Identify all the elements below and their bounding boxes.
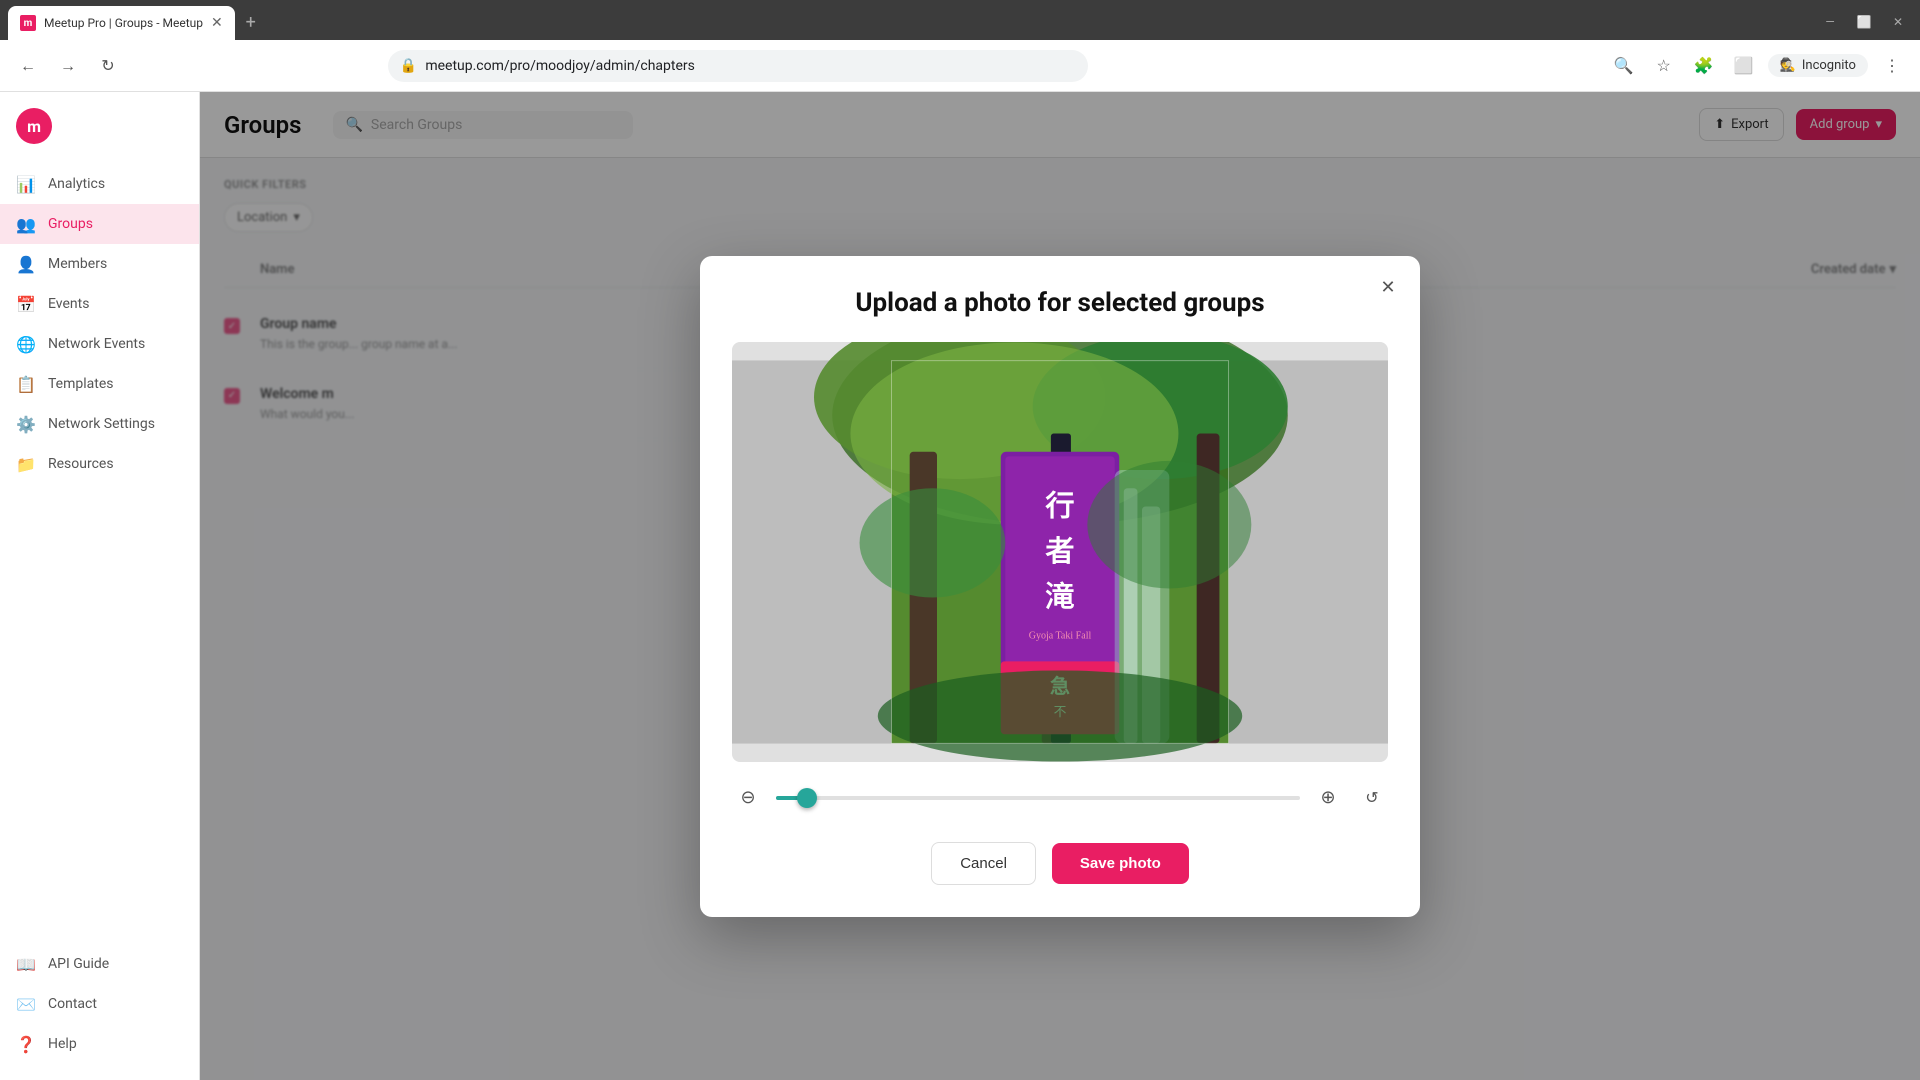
svg-text:Gyoja Taki Fall: Gyoja Taki Fall xyxy=(1029,630,1092,641)
members-icon: 👤 xyxy=(16,254,36,274)
sidebar-item-network-settings-label: Network Settings xyxy=(48,416,155,432)
upload-photo-modal: ✕ Upload a photo for selected groups xyxy=(700,256,1420,917)
extensions-icon[interactable]: 🧩 xyxy=(1688,50,1720,82)
zoom-thumb[interactable] xyxy=(797,788,817,808)
svg-text:行: 行 xyxy=(1044,489,1074,522)
sidebar-item-templates-label: Templates xyxy=(48,376,114,392)
sidebar-item-network-events[interactable]: 🌐 Network Events xyxy=(0,324,199,364)
sidebar-item-events-label: Events xyxy=(48,296,89,312)
address-bar[interactable]: 🔒 meetup.com/pro/moodjoy/admin/chapters xyxy=(388,50,1088,82)
photo-preview-svg: 行 者 滝 Gyoja Taki Fall 急 不 xyxy=(732,342,1388,762)
zoom-out-icon: ⊖ xyxy=(740,787,755,808)
events-icon: 📅 xyxy=(16,294,36,314)
modal-close-btn[interactable]: ✕ xyxy=(1372,272,1404,304)
sidebar-item-events[interactable]: 📅 Events xyxy=(0,284,199,324)
sidebar-item-help[interactable]: ❓ Help xyxy=(0,1024,199,1064)
reload-btn[interactable]: ↻ xyxy=(92,50,124,82)
maximize-btn[interactable]: ⬜ xyxy=(1850,8,1878,36)
active-tab[interactable]: m Meetup Pro | Groups - Meetup ✕ xyxy=(8,6,235,40)
logo-icon: m xyxy=(16,108,52,144)
sidebar-item-api-guide[interactable]: 📖 API Guide xyxy=(0,944,199,984)
minimize-btn[interactable]: — xyxy=(1816,8,1844,36)
cancel-button[interactable]: Cancel xyxy=(931,842,1036,885)
search-icon[interactable]: 🔍 xyxy=(1608,50,1640,82)
network-events-icon: 🌐 xyxy=(16,334,36,354)
modal-overlay: ✕ Upload a photo for selected groups xyxy=(200,92,1920,1080)
forward-btn[interactable]: → xyxy=(52,50,84,82)
save-photo-button[interactable]: Save photo xyxy=(1052,843,1189,884)
tab-title: Meetup Pro | Groups - Meetup xyxy=(44,16,203,30)
sidebar-item-api-label: API Guide xyxy=(48,956,109,972)
sidebar-item-help-label: Help xyxy=(48,1036,77,1052)
close-icon: ✕ xyxy=(1380,277,1395,298)
split-icon[interactable]: ⬜ xyxy=(1728,50,1760,82)
photo-upload-area: 行 者 滝 Gyoja Taki Fall 急 不 xyxy=(732,342,1388,762)
zoom-slider-track[interactable] xyxy=(776,796,1300,800)
zoom-out-btn[interactable]: ⊖ xyxy=(732,782,764,814)
app-layout: m 📊 Analytics 👥 Groups 👤 Members 📅 Event… xyxy=(0,92,1920,1080)
menu-icon[interactable]: ⋮ xyxy=(1876,50,1908,82)
network-settings-icon: ⚙️ xyxy=(16,414,36,434)
tab-favicon: m xyxy=(20,15,36,31)
star-icon[interactable]: ☆ xyxy=(1648,50,1680,82)
modal-buttons: Cancel Save photo xyxy=(732,842,1388,885)
main-content: Groups 🔍 Search Groups ⬆ Export Add grou… xyxy=(200,92,1920,1080)
sidebar-item-resources[interactable]: 📁 Resources xyxy=(0,444,199,484)
svg-text:滝: 滝 xyxy=(1045,580,1074,613)
zoom-in-btn[interactable]: ⊕ xyxy=(1312,782,1344,814)
sidebar-item-contact[interactable]: ✉️ Contact xyxy=(0,984,199,1024)
tab-close-btn[interactable]: ✕ xyxy=(211,16,223,30)
nav-bar: ← → ↻ 🔒 meetup.com/pro/moodjoy/admin/cha… xyxy=(0,40,1920,92)
sidebar-item-resources-label: Resources xyxy=(48,456,114,472)
incognito-label: Incognito xyxy=(1802,58,1856,73)
close-btn[interactable]: ✕ xyxy=(1884,8,1912,36)
sidebar-item-members[interactable]: 👤 Members xyxy=(0,244,199,284)
sidebar-item-analytics-label: Analytics xyxy=(48,176,105,192)
sidebar-item-groups-label: Groups xyxy=(48,216,93,232)
templates-icon: 📋 xyxy=(16,374,36,394)
resources-icon: 📁 xyxy=(16,454,36,474)
tab-actions: — ⬜ ✕ xyxy=(1816,8,1912,36)
url-text: meetup.com/pro/moodjoy/admin/chapters xyxy=(425,58,1076,74)
api-guide-icon: 📖 xyxy=(16,954,36,974)
sidebar-item-network-settings[interactable]: ⚙️ Network Settings xyxy=(0,404,199,444)
groups-icon: 👥 xyxy=(16,214,36,234)
reset-zoom-btn[interactable]: ↺ xyxy=(1356,782,1388,814)
back-btn[interactable]: ← xyxy=(12,50,44,82)
incognito-icon: 🕵 xyxy=(1780,58,1796,73)
sidebar-item-analytics[interactable]: 📊 Analytics xyxy=(0,164,199,204)
sidebar: m 📊 Analytics 👥 Groups 👤 Members 📅 Event… xyxy=(0,92,200,1080)
zoom-controls: ⊖ ⊕ ↺ xyxy=(732,782,1388,814)
incognito-badge: 🕵 Incognito xyxy=(1768,54,1868,77)
sidebar-item-groups[interactable]: 👥 Groups xyxy=(0,204,199,244)
zoom-in-icon: ⊕ xyxy=(1320,787,1335,808)
sidebar-item-network-events-label: Network Events xyxy=(48,336,145,352)
sidebar-item-members-label: Members xyxy=(48,256,107,272)
reset-icon: ↺ xyxy=(1365,788,1378,807)
sidebar-item-contact-label: Contact xyxy=(48,996,97,1012)
contact-icon: ✉️ xyxy=(16,994,36,1014)
lock-icon: 🔒 xyxy=(400,58,417,74)
modal-title: Upload a photo for selected groups xyxy=(732,288,1388,318)
tab-bar: m Meetup Pro | Groups - Meetup ✕ + — ⬜ ✕ xyxy=(0,0,1920,40)
svg-text:者: 者 xyxy=(1045,535,1074,568)
sidebar-bottom: 📖 API Guide ✉️ Contact ❓ Help xyxy=(0,944,199,1064)
new-tab-button[interactable]: + xyxy=(237,8,265,36)
sidebar-item-templates[interactable]: 📋 Templates xyxy=(0,364,199,404)
help-icon: ❓ xyxy=(16,1034,36,1054)
nav-actions: 🔍 ☆ 🧩 ⬜ 🕵 Incognito ⋮ xyxy=(1608,50,1908,82)
sidebar-logo: m xyxy=(0,108,199,164)
analytics-icon: 📊 xyxy=(16,174,36,194)
